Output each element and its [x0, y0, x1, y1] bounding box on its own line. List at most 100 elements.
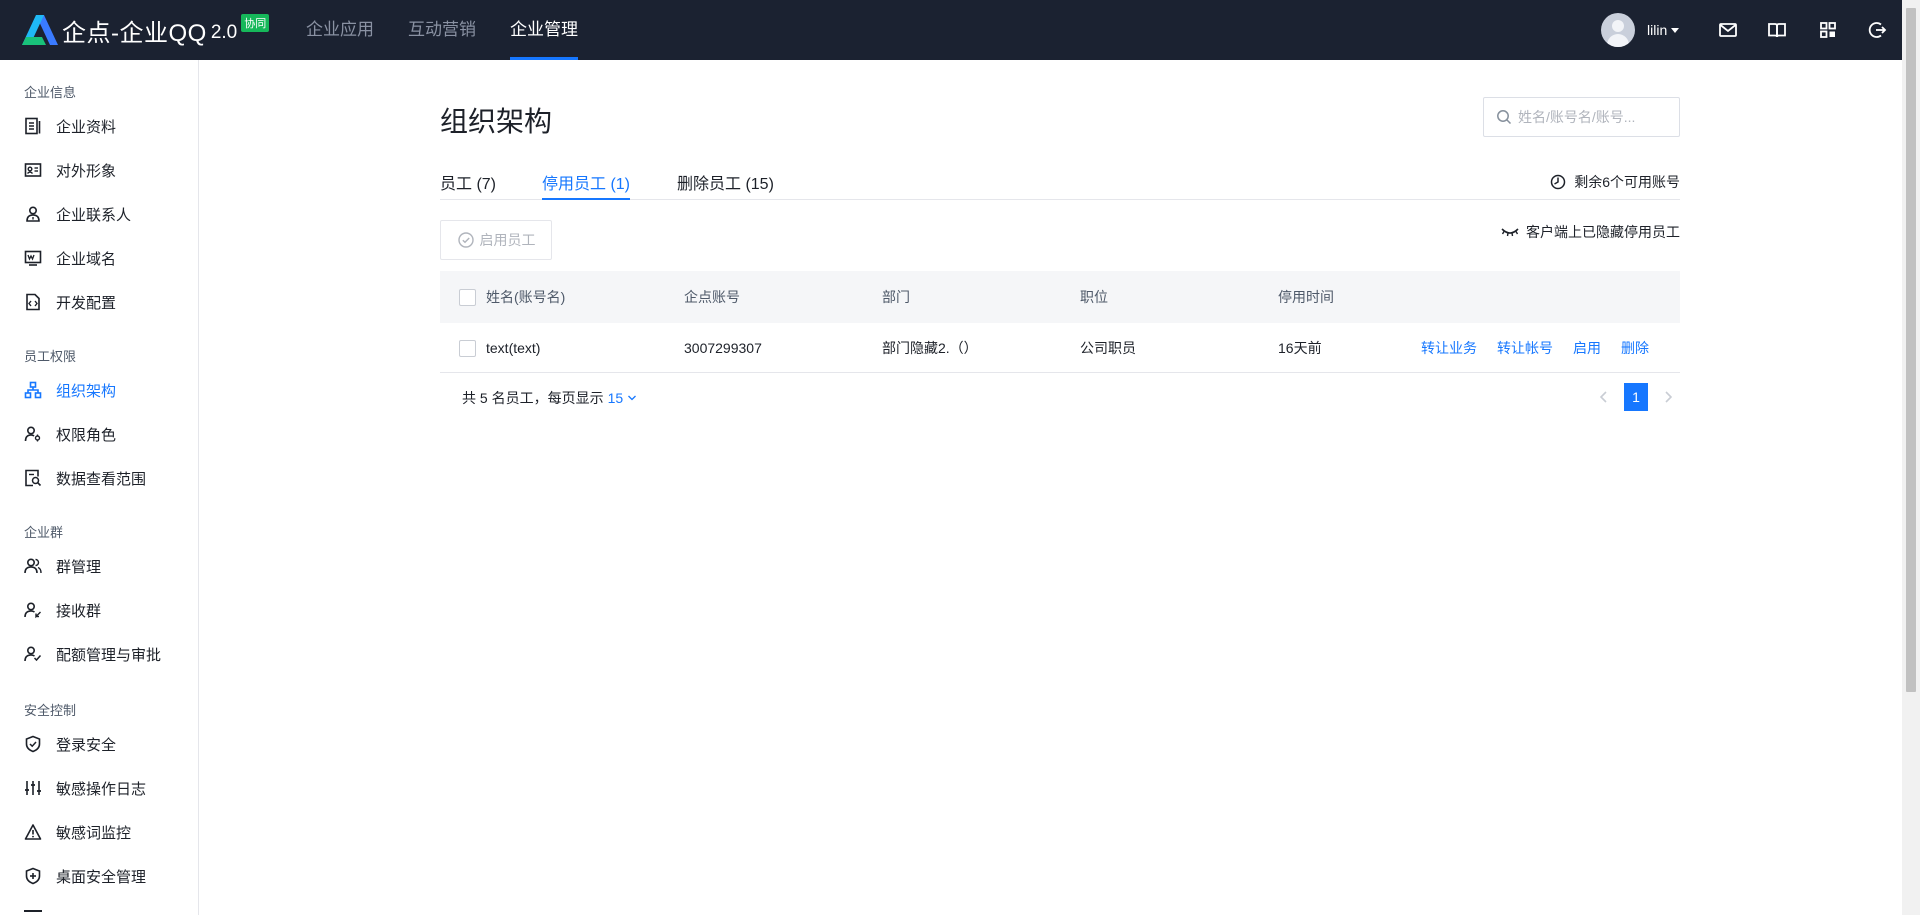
sidebar-item-label: 数据查看范围	[56, 470, 147, 488]
sidebar-item-enterprise-domain[interactable]: 企业域名	[24, 246, 116, 270]
sidebar-item-org-structure[interactable]: 组织架构	[24, 378, 116, 402]
document-icon	[25, 117, 41, 135]
avatar[interactable]	[1601, 13, 1635, 47]
select-all-checkbox[interactable]	[459, 289, 476, 306]
total-count: 共 5 名员工，每页显示 15	[462, 388, 637, 408]
sidebar-item-group-management[interactable]: 群管理	[24, 554, 101, 578]
sidebar-item-label: 敏感操作日志	[56, 780, 147, 798]
check-circle-icon	[457, 232, 474, 248]
tab-disabled-employees[interactable]: 停用员工 (1)	[542, 170, 631, 200]
pie-clock-icon	[1550, 174, 1566, 190]
nav-item-enterprise-management[interactable]: 企业管理	[510, 0, 578, 60]
transfer-business-link[interactable]: 转让业务	[1421, 323, 1477, 373]
sidebar-item-dev-config[interactable]: 开发配置	[24, 290, 116, 314]
page-size-select[interactable]: 15	[608, 390, 638, 406]
page-number-current[interactable]: 1	[1624, 383, 1648, 411]
group-icon	[24, 558, 42, 574]
table-footer: 共 5 名员工，每页显示 15 1	[440, 380, 1680, 414]
brand-name: 企点-企业QQ	[62, 19, 207, 47]
quota-approval-icon	[24, 646, 42, 662]
contact-person-icon	[26, 206, 40, 222]
hidden-employees-note: 客户端上已隐藏停用员工	[1500, 222, 1680, 242]
total-text: 共 5 名员工，每页显示	[462, 390, 604, 406]
chevron-left-icon	[1599, 391, 1607, 403]
cell-department: 部门隐藏2.（）	[882, 340, 978, 356]
employee-tabs: 员工 (7) 停用员工 (1) 删除员工 (15) 剩余6个可用账号	[440, 170, 1680, 200]
search-input[interactable]	[1518, 109, 1668, 125]
sidebar-group-enterprise-info: 企业信息	[24, 85, 77, 100]
sidebar-item-label: 桌面安全管理	[56, 868, 147, 886]
sidebar-group-employee-permissions: 员工权限	[24, 349, 77, 364]
sidebar-item-label: 对外形象	[56, 162, 117, 180]
tab-deleted-employees[interactable]: 删除员工 (15)	[677, 170, 774, 200]
sidebar-group-security-control: 安全控制	[24, 703, 77, 718]
employee-table: 姓名(账号名) 企点账号 部门 职位 停用时间 text(text) 30072…	[440, 271, 1680, 373]
search-box[interactable]	[1483, 97, 1680, 137]
code-config-icon	[26, 293, 40, 311]
sidebar-item-data-view-scope[interactable]: 数据查看范围	[24, 466, 146, 490]
warning-icon	[24, 824, 42, 840]
column-header-department: 部门	[882, 289, 910, 305]
sidebar-item-desktop-security[interactable]: 桌面安全管理	[24, 864, 146, 888]
sidebar-item-label: 企业域名	[56, 250, 117, 268]
nav-item-enterprise-apps[interactable]: 企业应用	[306, 0, 374, 60]
enable-employee-button[interactable]: 启用员工	[440, 220, 552, 260]
sidebar-item-sensitive-word-monitor[interactable]: 敏感词监控	[24, 820, 131, 844]
page-title: 组织架构	[440, 106, 553, 137]
sidebar-item-sensitive-operation-log[interactable]: 敏感操作日志	[24, 776, 146, 800]
eye-closed-icon	[1501, 228, 1519, 237]
sidebar-item-receive-groups[interactable]: 接收群	[24, 598, 101, 622]
sidebar-item-permission-roles[interactable]: 权限角色	[24, 422, 116, 446]
column-header-name: 姓名(账号名)	[486, 289, 566, 305]
column-header-position: 职位	[1080, 289, 1108, 305]
cell-disabled-time: 16天前	[1278, 340, 1322, 356]
sidebar-item-label: 登录安全	[56, 736, 117, 754]
quota-text: 剩余6个可用账号	[1574, 174, 1680, 190]
pagination: 1	[1592, 383, 1680, 411]
scrollbar-thumb[interactable]	[1906, 8, 1916, 692]
cell-account: 3007299307	[684, 340, 762, 356]
cell-name: text(text)	[486, 340, 541, 356]
sidebar-item-label: 组织架构	[56, 382, 117, 400]
qidian-logo-icon	[22, 15, 58, 45]
user-menu[interactable]: lilin	[1601, 13, 1680, 47]
nav-item-interactive-marketing[interactable]: 互动营销	[408, 0, 476, 60]
enable-employee-label: 启用员工	[479, 232, 536, 248]
sidebar-item-quota-approval[interactable]: 配额管理与审批	[24, 642, 161, 666]
sidebar: 企业信息 企业资料 对外形象 企业联系人 企业域名 开发配置 员工权限 组织架构…	[0, 60, 199, 915]
role-icon	[24, 426, 41, 442]
row-checkbox[interactable]	[459, 340, 476, 357]
next-page-button[interactable]	[1656, 384, 1680, 410]
mail-icon[interactable]	[1718, 20, 1738, 40]
column-header-disabled-time: 停用时间	[1278, 289, 1334, 305]
account-quota: 剩余6个可用账号	[1550, 172, 1680, 192]
data-scope-icon	[25, 469, 42, 487]
book-icon[interactable]	[1767, 20, 1787, 40]
top-navigation-bar: 企点-企业QQ 2.0 协同 企业应用 互动营销 企业管理 lilin	[0, 0, 1902, 60]
id-card-icon	[24, 163, 42, 177]
sidebar-item-label: 开发配置	[56, 294, 117, 312]
sidebar-item-label: 权限角色	[56, 426, 117, 444]
sidebar-item-label: 群管理	[56, 558, 102, 576]
apps-grid-icon[interactable]	[1818, 20, 1838, 40]
hidden-note-text: 客户端上已隐藏停用员工	[1526, 224, 1680, 240]
prev-page-button[interactable]	[1592, 384, 1616, 410]
sidebar-item-enterprise-profile[interactable]: 企业资料	[24, 114, 116, 138]
page-scrollbar[interactable]	[1902, 0, 1920, 915]
logout-icon[interactable]	[1868, 20, 1888, 40]
shield-plus-icon	[25, 867, 41, 885]
sidebar-item-login-security[interactable]: 登录安全	[24, 732, 116, 756]
tab-employees[interactable]: 员工 (7)	[440, 170, 496, 200]
brand-version: 2.0	[210, 22, 238, 43]
delete-link[interactable]: 删除	[1621, 323, 1649, 373]
receive-group-icon	[24, 602, 41, 619]
sidebar-item-label: 敏感词监控	[56, 824, 132, 842]
sidebar-item-external-image[interactable]: 对外形象	[24, 158, 116, 182]
sidebar-item-label: 企业资料	[56, 118, 117, 136]
brand-logo[interactable]: 企点-企业QQ 2.0 协同	[22, 14, 270, 47]
transfer-account-link[interactable]: 转让帐号	[1497, 323, 1553, 373]
page-size-value: 15	[607, 390, 624, 406]
sidebar-item-label: 配额管理与审批	[56, 646, 162, 664]
enable-link[interactable]: 启用	[1573, 323, 1601, 373]
sidebar-item-enterprise-contact[interactable]: 企业联系人	[24, 202, 131, 226]
